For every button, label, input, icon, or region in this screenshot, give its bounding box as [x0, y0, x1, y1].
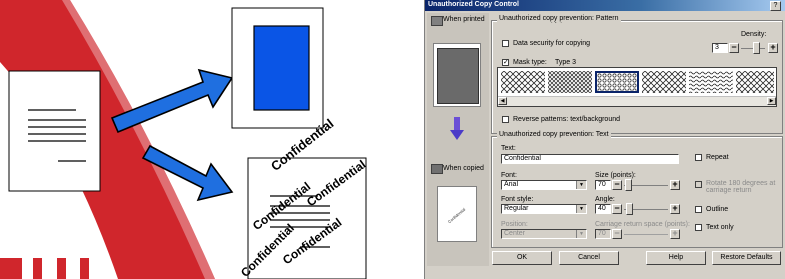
- copied-preview-text: Confidential: [446, 206, 467, 225]
- repeat-checkbox[interactable]: [695, 154, 702, 161]
- text-input[interactable]: Confidential: [501, 154, 679, 164]
- printed-preview-fill: [437, 48, 479, 104]
- scroll-left-button[interactable]: ◀: [498, 97, 507, 105]
- font-style-select[interactable]: Regular ▼: [501, 204, 587, 214]
- copier-icon: [431, 164, 443, 174]
- carriage-return-label: Carriage return space (points):: [595, 221, 690, 228]
- size-label: Size (points):: [595, 172, 636, 179]
- pattern-option-1[interactable]: [501, 71, 545, 93]
- angle-value[interactable]: 40: [595, 204, 611, 214]
- illustration-graphics: [0, 0, 367, 279]
- font-value: Arial: [504, 181, 519, 188]
- rotate-checkbox: [695, 181, 702, 188]
- carriage-slider-track: [624, 234, 668, 235]
- pattern-option-3-selected[interactable]: [595, 71, 639, 93]
- when-copied-label: When copied: [443, 165, 484, 172]
- copy-control-dialog: Unauthorized Copy Control ? When printed…: [424, 0, 785, 279]
- original-document: [8, 70, 101, 192]
- position-value: Center: [504, 230, 526, 237]
- font-style-value: Regular: [504, 205, 529, 212]
- ok-button[interactable]: OK: [492, 251, 552, 265]
- density-value[interactable]: 3: [712, 43, 728, 53]
- dialog-title: Unauthorized Copy Control: [428, 1, 519, 8]
- when-printed-label: When printed: [443, 16, 485, 23]
- angle-decrease-button[interactable]: −: [612, 204, 622, 214]
- text-only-label: Text only: [706, 224, 734, 231]
- rotate-label: Rotate 180 degrees at carriage return: [706, 180, 776, 194]
- pattern-option-4[interactable]: [642, 71, 686, 93]
- illustration: Confidential Confidential Confidential C…: [0, 0, 420, 279]
- pattern-selector[interactable]: ◀ ▶: [497, 67, 777, 107]
- arrow-to-printed: [110, 68, 234, 134]
- chevron-down-icon: ▼: [576, 230, 586, 238]
- red-letter-block: [0, 258, 22, 279]
- position-select: Center ▼: [501, 229, 587, 239]
- outline-label: Outline: [706, 206, 729, 213]
- text-label: Text:: [501, 145, 516, 152]
- text-group-title: Unauthorized copy prevention: Text: [497, 131, 611, 138]
- reverse-patterns-checkbox[interactable]: [502, 116, 509, 123]
- size-slider-thumb[interactable]: [625, 179, 632, 191]
- title-bar: Unauthorized Copy Control ?: [425, 0, 785, 11]
- pattern-option-5[interactable]: [689, 71, 733, 93]
- red-letter-stroke-2: [57, 258, 66, 279]
- help-title-button[interactable]: ?: [770, 1, 781, 11]
- printed-preview: [433, 43, 481, 107]
- red-letter-stroke-1: [33, 258, 42, 279]
- carriage-increase-button: +: [670, 229, 680, 239]
- angle-slider-thumb[interactable]: [626, 203, 633, 215]
- density-increase-button[interactable]: +: [768, 43, 778, 53]
- density-label: Density:: [741, 31, 767, 38]
- font-label: Font:: [501, 172, 517, 179]
- mask-type-label: Mask type:: [513, 59, 547, 66]
- chevron-down-icon[interactable]: ▼: [576, 205, 586, 213]
- angle-increase-button[interactable]: +: [670, 204, 680, 214]
- copied-preview: Confidential: [437, 186, 477, 242]
- pattern-option-6[interactable]: [736, 71, 774, 93]
- help-button[interactable]: Help: [646, 251, 706, 265]
- pattern-option-2[interactable]: [548, 71, 592, 93]
- arrow-down-icon: [449, 117, 465, 141]
- reverse-patterns-label: Reverse patterns: text/background: [513, 116, 621, 123]
- pattern-scrollbar[interactable]: ◀ ▶: [498, 96, 776, 106]
- pattern-group-title-text: Unauthorized copy prevention: Pattern: [497, 15, 621, 22]
- scroll-right-button[interactable]: ▶: [767, 97, 776, 105]
- printed-blue-block: [253, 25, 310, 111]
- font-select[interactable]: Arial ▼: [501, 180, 587, 190]
- chevron-down-icon[interactable]: ▼: [576, 181, 586, 189]
- angle-label: Angle:: [595, 196, 615, 203]
- density-slider-thumb[interactable]: [753, 42, 760, 54]
- mask-type-checkbox[interactable]: ✓: [502, 59, 509, 66]
- repeat-label: Repeat: [706, 154, 729, 161]
- text-only-checkbox[interactable]: [695, 224, 702, 231]
- size-value[interactable]: 70: [595, 180, 611, 190]
- cancel-button[interactable]: Cancel: [559, 251, 619, 265]
- restore-defaults-button[interactable]: Restore Defaults: [712, 251, 781, 265]
- size-increase-button[interactable]: +: [670, 180, 680, 190]
- data-security-label: Data security for copying: [513, 40, 591, 47]
- carriage-return-value: 70: [595, 229, 611, 239]
- size-decrease-button[interactable]: −: [612, 180, 622, 190]
- red-letter-stroke-3: [80, 258, 89, 279]
- font-style-label: Font style:: [501, 196, 534, 203]
- position-label: Position:: [501, 221, 528, 228]
- preview-panel: When printed When copied Confidential: [427, 13, 489, 266]
- outline-checkbox[interactable]: [695, 206, 702, 213]
- mask-type-value: Type 3: [555, 59, 577, 66]
- carriage-decrease-button: −: [612, 229, 622, 239]
- density-decrease-button[interactable]: −: [729, 43, 739, 53]
- data-security-checkbox[interactable]: [502, 40, 509, 47]
- printer-icon: [431, 16, 443, 26]
